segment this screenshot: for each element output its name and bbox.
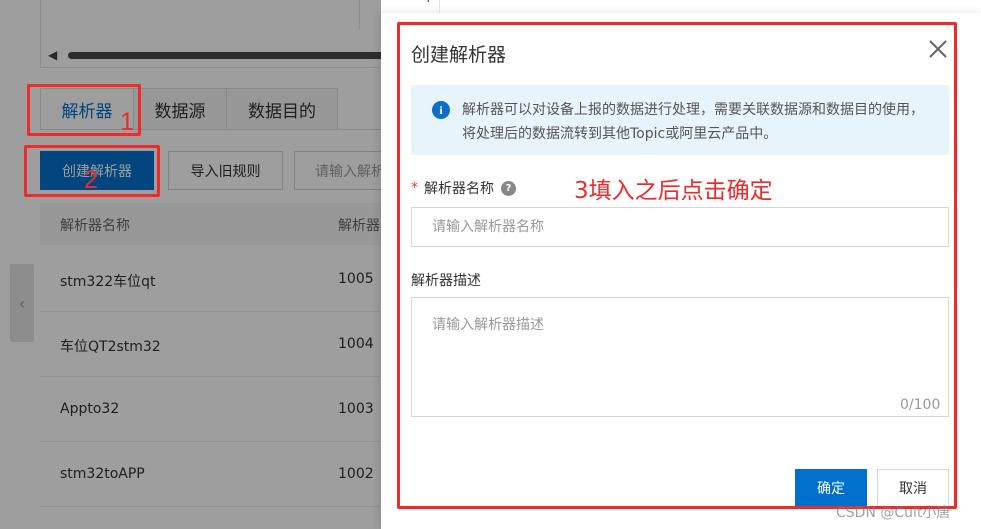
annotation-step-2: 2 (84, 166, 98, 194)
watermark: CSDN @Cult小唐 (836, 505, 951, 521)
modal-overlay[interactable] (0, 0, 381, 529)
annotation-box-dialog (397, 22, 957, 509)
annotation-step-3: 3填入之后点击确定 (574, 178, 773, 204)
annotation-step-1: 1 (120, 108, 134, 136)
